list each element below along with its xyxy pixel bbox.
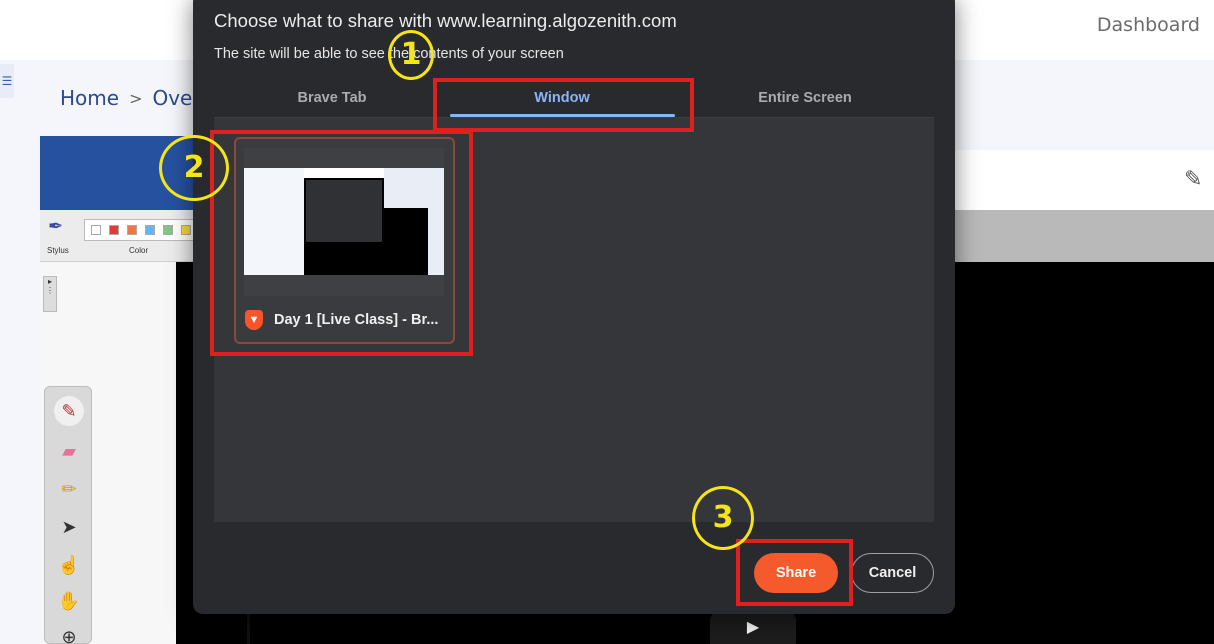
breadcrumb-separator: > [129, 88, 143, 108]
color-label: Color [129, 246, 149, 255]
eraser-tool-icon[interactable]: ▰ [54, 436, 84, 466]
pen-tool-icon[interactable]: ✎ [54, 396, 84, 426]
pointer-tool-icon[interactable]: ➤ [54, 512, 84, 542]
color-swatch-orange[interactable] [127, 225, 137, 235]
play-button-icon[interactable]: ▶ [710, 612, 796, 644]
breadcrumb: Home > Ove [60, 86, 192, 110]
color-palette [84, 219, 200, 241]
cancel-button[interactable]: Cancel [851, 553, 934, 593]
sidebar-toggle[interactable]: ☰ [0, 64, 14, 98]
dialog-title: Choose what to share with www.learning.a… [214, 10, 677, 31]
tab-brave-tab[interactable]: Brave Tab [222, 90, 442, 106]
dashboard-link[interactable]: Dashboard [1097, 14, 1200, 36]
stylus-label: Stylus [47, 246, 69, 255]
stylus-icon[interactable]: ✒ [48, 216, 70, 238]
video-divider [247, 612, 250, 644]
whiteboard-toolbar-right [954, 210, 1214, 262]
highlight-box-window-tab [433, 78, 694, 132]
step-marker-3: 3 [692, 486, 754, 550]
notes-icon[interactable]: ✎ [1184, 166, 1210, 192]
pan-hand-tool-icon[interactable]: ✋ [54, 586, 84, 616]
zoom-tool-icon[interactable]: ⊕ [54, 622, 84, 644]
breadcrumb-current[interactable]: Ove [152, 86, 192, 110]
color-swatch-blue[interactable] [145, 225, 155, 235]
breadcrumb-home[interactable]: Home [60, 86, 119, 110]
color-swatch-green[interactable] [163, 225, 173, 235]
panel-handle[interactable]: ▸ ⋮ [43, 276, 57, 312]
tab-entire-screen[interactable]: Entire Screen [695, 90, 915, 106]
color-swatch-yellow[interactable] [181, 225, 191, 235]
video-header-right [954, 150, 1214, 210]
color-swatch-red[interactable] [109, 225, 119, 235]
highlight-box-window-card [210, 130, 473, 356]
step-marker-1: 1 [388, 30, 434, 80]
color-swatch-white[interactable] [91, 225, 101, 235]
laser-hand-tool-icon[interactable]: ☝ [54, 550, 84, 580]
highlight-box-share [736, 539, 853, 606]
highlighter-tool-icon[interactable]: ✏ [54, 474, 84, 504]
step-marker-2: 2 [159, 135, 229, 201]
